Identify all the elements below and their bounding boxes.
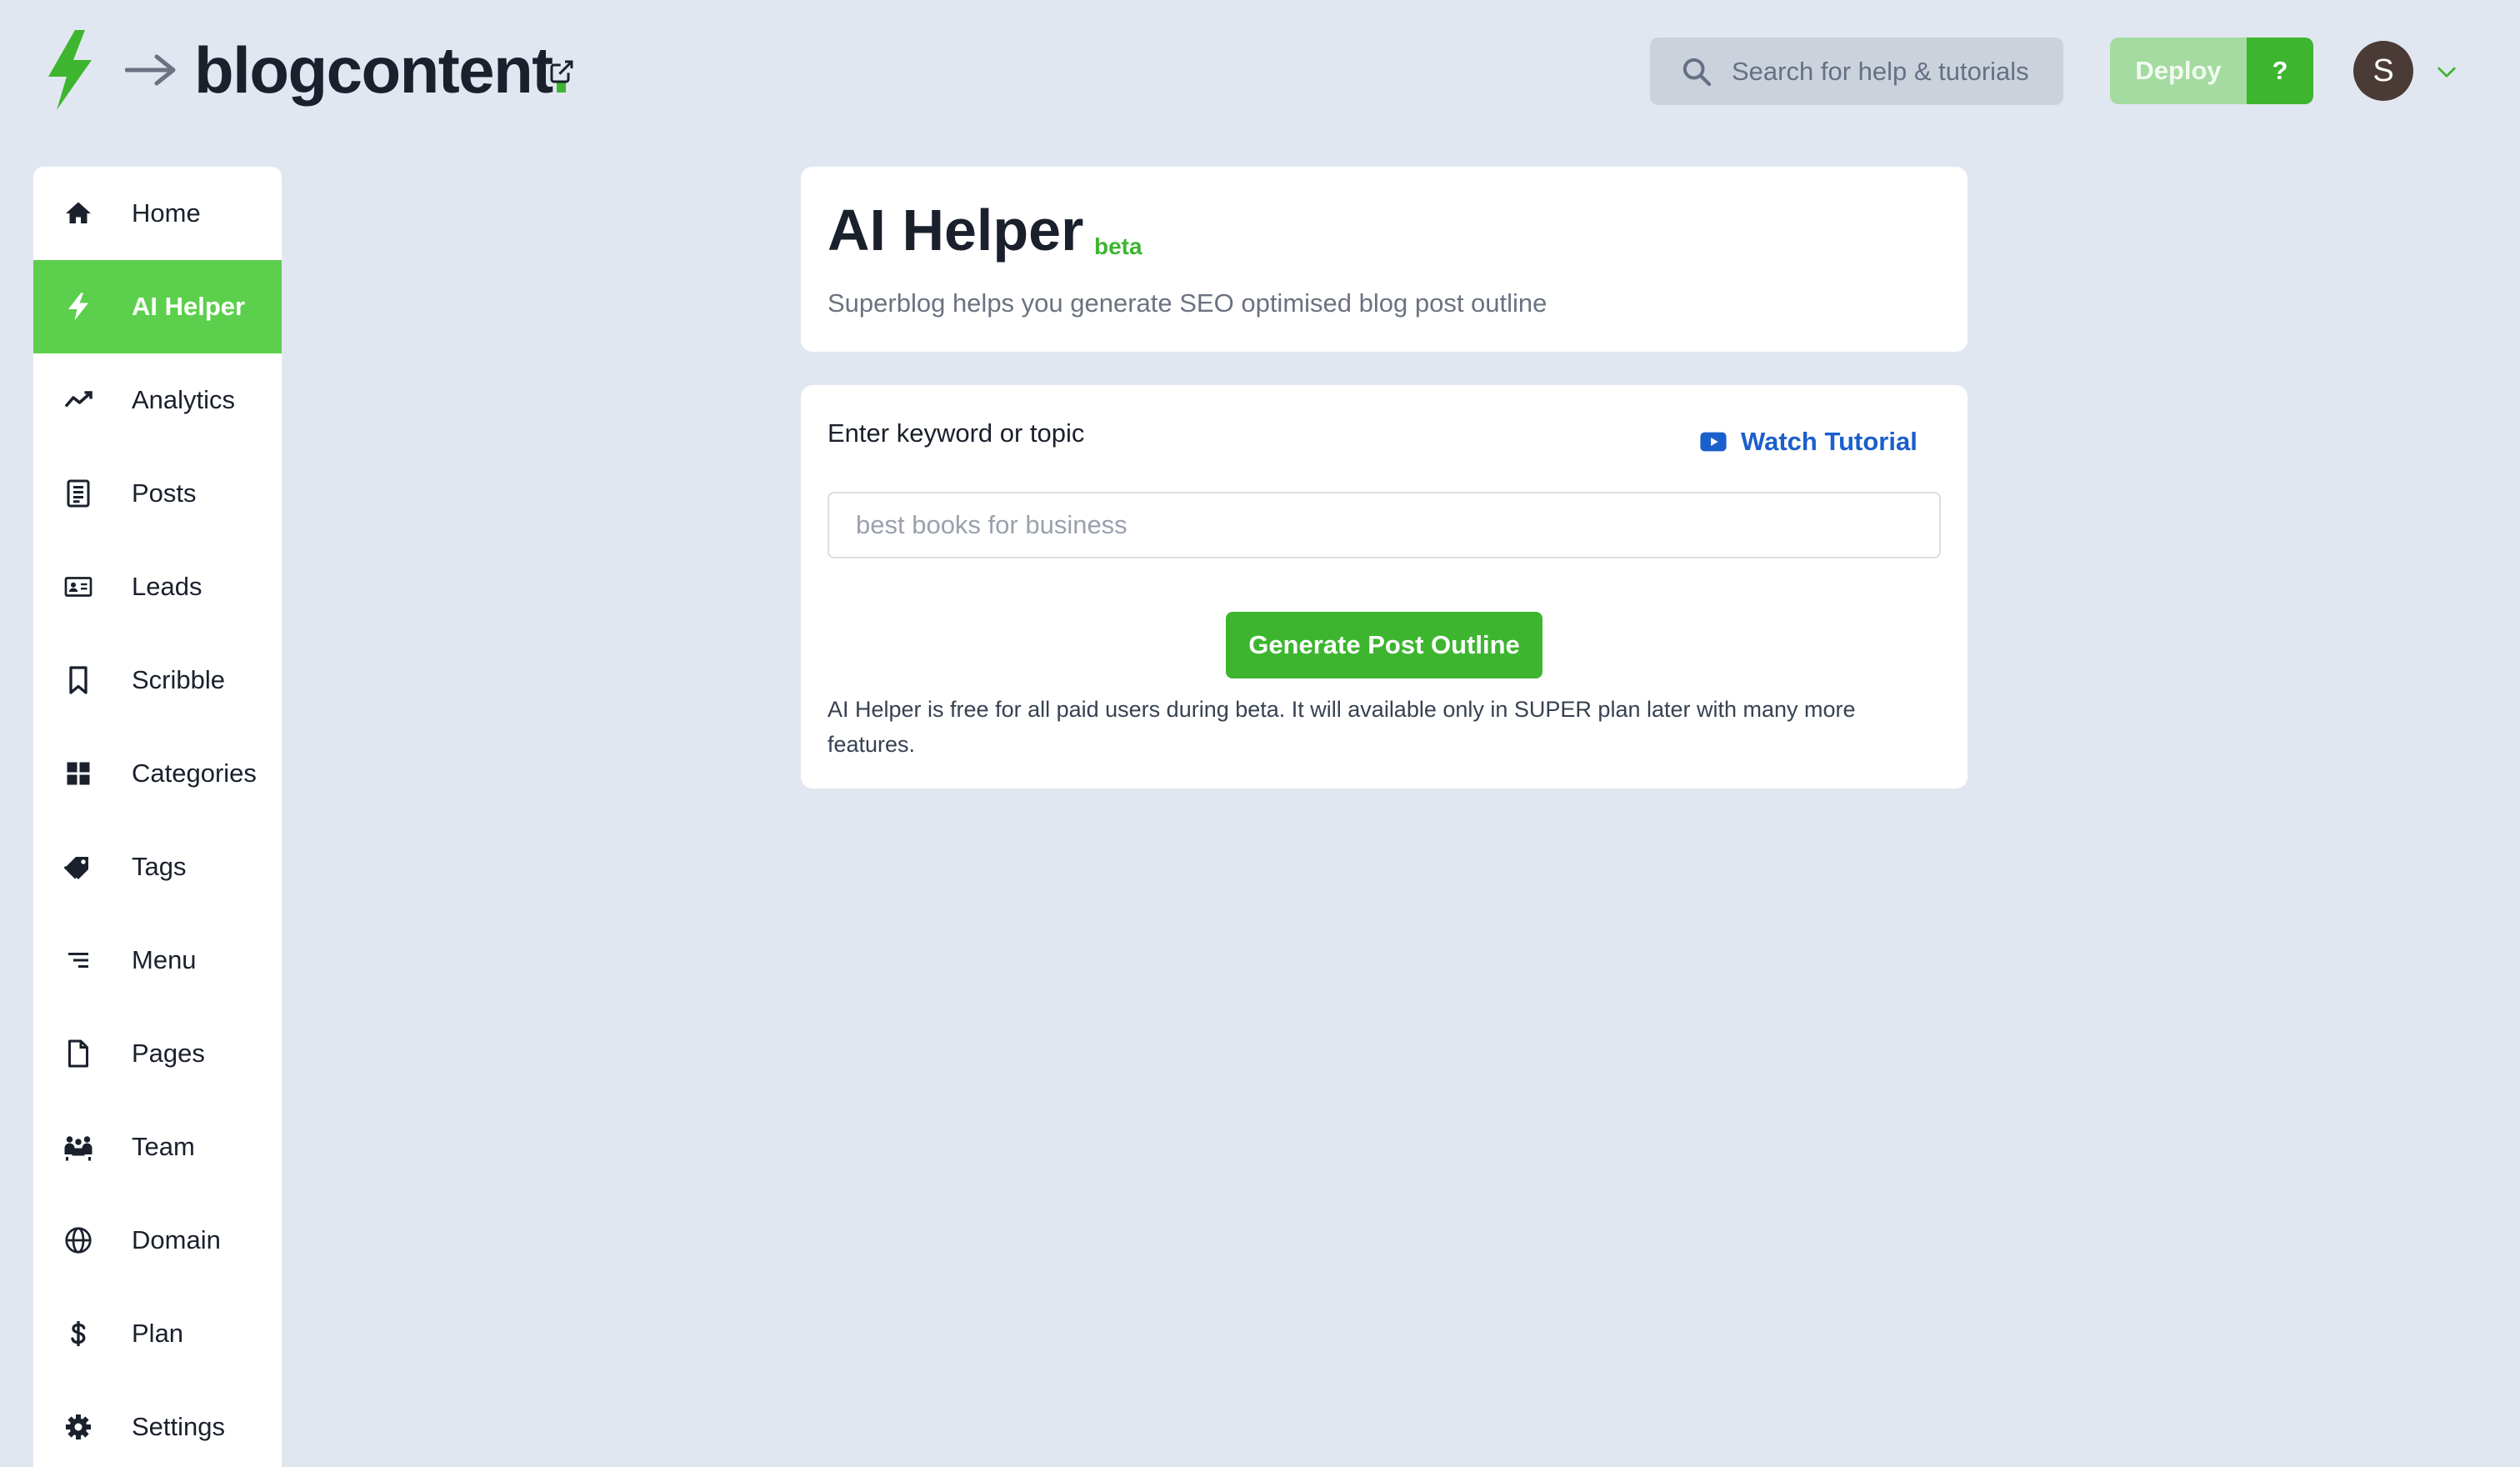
search-input[interactable]: Search for help & tutorials <box>1650 38 2063 105</box>
site-name[interactable]: blogcontent. <box>194 30 570 110</box>
team-icon <box>62 1130 95 1164</box>
sidebar-item-label: Team <box>132 1132 195 1161</box>
menu-lines-icon <box>62 944 95 977</box>
generate-outline-button[interactable]: Generate Post Outline <box>1226 612 1542 678</box>
search-icon <box>1682 58 1712 86</box>
sidebar-item-tags[interactable]: Tags <box>33 820 282 914</box>
search-placeholder: Search for help & tutorials <box>1732 56 2029 86</box>
sidebar-item-domain[interactable]: Domain <box>33 1194 282 1287</box>
external-link-icon[interactable] <box>548 58 575 85</box>
sidebar-item-ai-helper[interactable]: AI Helper <box>33 260 282 353</box>
sidebar-item-label: Leads <box>132 572 202 601</box>
trend-icon <box>62 383 95 417</box>
bolt-logo-icon[interactable] <box>43 30 97 110</box>
sidebar-item-posts[interactable]: Posts <box>33 447 282 540</box>
sidebar-item-analytics[interactable]: Analytics <box>33 353 282 447</box>
sidebar-item-leads[interactable]: Leads <box>33 540 282 633</box>
sidebar-item-label: Analytics <box>132 385 236 414</box>
sidebar-item-categories[interactable]: Categories <box>33 727 282 820</box>
bookmark-icon <box>62 663 95 697</box>
watch-tutorial-link[interactable]: Watch Tutorial <box>1699 427 1918 457</box>
home-icon <box>62 197 95 230</box>
page-header-card: AI Helper beta Superblog helps you gener… <box>801 167 1968 352</box>
sidebar-item-home[interactable]: Home <box>33 167 282 260</box>
beta-note: AI Helper is free for all paid users dur… <box>828 697 1856 757</box>
bolt-icon <box>62 290 95 323</box>
deploy-button[interactable]: Deploy <box>2110 38 2247 104</box>
globe-icon <box>62 1224 95 1257</box>
page-title: AI Helper <box>828 198 1084 263</box>
sidebar-item-label: Posts <box>132 478 197 508</box>
sidebar-item-label: Menu <box>132 945 197 974</box>
youtube-play-icon <box>1700 432 1727 452</box>
chevron-down-icon[interactable] <box>2433 58 2460 85</box>
arrow-right-icon <box>125 54 176 86</box>
sidebar-item-settings[interactable]: Settings <box>33 1380 282 1467</box>
grid-icon <box>62 757 95 790</box>
sidebar-item-label: Plan <box>132 1319 184 1348</box>
document-icon <box>62 477 95 510</box>
help-button[interactable]: ? <box>2247 38 2313 104</box>
page-icon <box>62 1037 95 1070</box>
sidebar-item-label: Categories <box>132 759 257 788</box>
keyword-form-card: Enter keyword or topic Watch Tutorial Ge… <box>801 385 1968 789</box>
watch-tutorial-label: Watch Tutorial <box>1741 427 1918 456</box>
sidebar-item-label: Pages <box>132 1039 205 1068</box>
sidebar-item-label: Settings <box>132 1412 226 1441</box>
contact-card-icon <box>62 570 95 603</box>
sidebar-item-scribble[interactable]: Scribble <box>33 633 282 727</box>
sidebar-item-label: AI Helper <box>132 292 246 321</box>
sidebar-item-team[interactable]: Team <box>33 1100 282 1194</box>
dollar-icon <box>62 1317 95 1350</box>
sidebar-item-menu[interactable]: Menu <box>33 914 282 1007</box>
keyword-label: Enter keyword or topic <box>828 418 1085 448</box>
gear-icon <box>62 1410 95 1444</box>
sidebar-item-label: Scribble <box>132 665 225 694</box>
sidebar-item-label: Domain <box>132 1225 221 1254</box>
tags-icon <box>62 850 95 884</box>
avatar[interactable]: S <box>2353 41 2413 101</box>
sidebar-item-plan[interactable]: Plan <box>33 1287 282 1380</box>
sidebar-item-pages[interactable]: Pages <box>33 1007 282 1100</box>
sidebar-item-label: Home <box>132 198 201 228</box>
beta-badge: beta <box>1094 233 1142 259</box>
top-header: blogcontent. Search for help & tutorials… <box>0 0 2520 142</box>
page-subtitle: Superblog helps you generate SEO optimis… <box>828 288 1548 318</box>
keyword-input[interactable] <box>828 492 1941 558</box>
sidebar-item-label: Tags <box>132 852 187 881</box>
sidebar: Home AI Helper Analytics Posts Leads Scr… <box>33 167 282 1467</box>
